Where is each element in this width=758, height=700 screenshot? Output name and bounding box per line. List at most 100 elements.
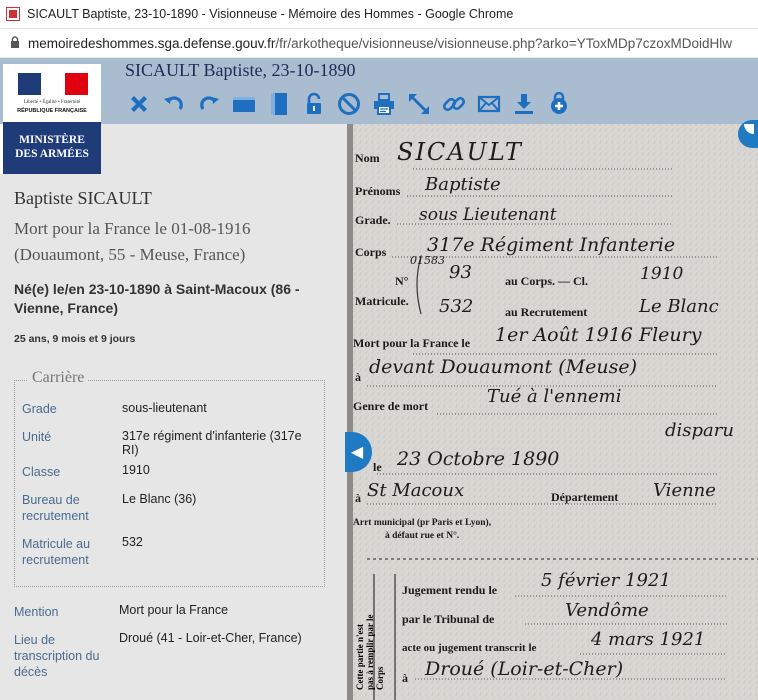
url-path: /fr/arkotheque/visionneuse/visionneuse.p… <box>275 35 732 51</box>
logo-motto: Liberté • Égalité • Fraternité <box>23 100 81 105</box>
field-label-mention: Mention <box>14 605 59 619</box>
fullscreen-icon <box>409 94 429 114</box>
logo-republic: RÉPUBLIQUE FRANÇAISE <box>17 108 87 114</box>
doc-label-corps: Corps <box>355 245 387 259</box>
no-entry-icon <box>338 93 360 115</box>
lock-button[interactable] <box>300 90 328 118</box>
doc-value-jugement: 5 février 1921 <box>541 570 671 591</box>
mail-icon <box>477 95 501 113</box>
doc-label-a2: à <box>355 491 361 505</box>
field-label-transcription: Lieu de transcription du décès <box>14 633 100 679</box>
field-value-grade: sous-lieutenant <box>122 401 207 415</box>
print-button[interactable] <box>370 90 398 118</box>
doc-value-transcrit: Droué (Loir-et-Cher) <box>425 658 624 680</box>
mail-button[interactable] <box>475 90 503 118</box>
carriere-legend: Carrière <box>28 369 89 387</box>
secure-lock-icon[interactable] <box>10 35 20 51</box>
arrow-left-icon: ◀ <box>350 444 364 461</box>
age-at-death: 25 ans, 9 mois et 9 jours <box>14 333 136 345</box>
doc-label-matricule: Matricule. <box>355 294 409 308</box>
doc-label-jugement: Jugement rendu le <box>402 583 498 597</box>
field-label-bureau: Bureau de recrutement <box>22 493 89 523</box>
doc-value-corps: 317e Régiment Infanterie <box>427 234 676 256</box>
doc-value-tribunal: Vendôme <box>565 600 649 621</box>
fit-width-icon <box>233 97 255 112</box>
close-button[interactable] <box>125 90 153 118</box>
lock-icon <box>307 92 321 114</box>
fit-height-icon <box>271 93 287 115</box>
logo-ministry-line2: DES ARMÉES <box>15 148 89 160</box>
death-info: Mort pour la France le 01-08-1916 (Douau… <box>14 219 251 264</box>
doc-value-lieu: devant Douaumont (Meuse) <box>369 356 637 378</box>
field-value-matricule: 532 <box>122 535 143 549</box>
doc-label-no: N° <box>395 274 409 288</box>
doc-vertical-note: Cette partie n'est pas à remplir par le … <box>355 610 385 690</box>
logo-ministry: MINISTÈRE DES ARMÉES <box>3 122 101 174</box>
link-button[interactable] <box>440 90 468 118</box>
doc-label-nom: Nom <box>355 151 380 165</box>
doc-label-a3: à <box>402 671 408 685</box>
field-label-classe: Classe <box>22 465 61 479</box>
fit-width-button[interactable] <box>230 90 258 118</box>
doc-value-ne-lieu: St Macoux <box>367 480 465 501</box>
url-host: memoiredeshommes.sga.defense.gouv.fr <box>28 35 276 51</box>
doc-label-prenoms: Prénoms <box>355 184 401 198</box>
rotate-right-button[interactable] <box>195 90 223 118</box>
next-panel-button[interactable] <box>738 120 758 148</box>
doc-value-au-corps: 93 <box>449 262 472 283</box>
doc-label-recrutement: au Recrutement <box>505 305 588 319</box>
doc-value-nom: SICAULT <box>397 138 523 166</box>
doc-value-recrutement: 532 <box>439 296 474 317</box>
doc-value-grade: sous Lieutenant <box>419 205 557 225</box>
doc-value-ne: 23 Octobre 1890 <box>397 448 560 470</box>
doc-label-mort: Mort pour la France le <box>353 336 471 350</box>
document-title: SICAULT Baptiste, 23-10-1890 <box>125 60 356 80</box>
download-icon <box>515 94 533 114</box>
url-text[interactable]: memoiredeshommes.sga.defense.gouv.fr/fr/… <box>28 36 732 51</box>
doc-value-prenoms: Baptiste <box>425 174 501 195</box>
site-favicon-icon <box>6 7 20 21</box>
doc-value-classe: 1910 <box>640 264 684 284</box>
window-title: SICAULT Baptiste, 23-10-1890 - Visionneu… <box>27 7 514 21</box>
doc-label-genre: Genre de mort <box>353 399 429 413</box>
field-label-grade: Grade <box>22 402 57 416</box>
fit-height-button[interactable] <box>265 90 293 118</box>
no-entry-button[interactable] <box>335 90 363 118</box>
doc-value-no-small: 01583 <box>410 254 445 267</box>
doc-label-acte: acte ou jugement transcrit le <box>402 642 537 654</box>
document-scan[interactable]: Nom SICAULT Prénoms Baptiste Grade. sous… <box>347 124 758 700</box>
doc-value-mort: 1er Août 1916 Fleury <box>495 324 702 346</box>
address-bar[interactable]: memoiredeshommes.sga.defense.gouv.fr/fr/… <box>0 29 758 58</box>
doc-value-acte: 4 mars 1921 <box>591 629 706 650</box>
french-flag-marianne-icon <box>18 73 88 95</box>
doc-value-dept: Vienne <box>653 480 716 501</box>
field-label-unite: Unité <box>22 430 52 444</box>
field-value-bureau: Le Blanc (36) <box>122 492 197 506</box>
birth-info: Né(e) le/en 23-10-1890 à Saint-Macoux (8… <box>14 281 300 316</box>
ministere-logo[interactable]: Liberté • Égalité • Fraternité RÉPUBLIQU… <box>3 64 101 174</box>
fullscreen-button[interactable] <box>405 90 433 118</box>
cart-icon <box>551 92 567 114</box>
doc-label-au-corps: au Corps. — Cl. <box>505 274 589 288</box>
download-button[interactable] <box>510 90 538 118</box>
field-value-mention: Mort pour la France <box>119 603 229 617</box>
left-panel-top-fill <box>101 124 347 174</box>
print-icon <box>374 93 394 115</box>
close-icon <box>131 96 147 112</box>
doc-label-grade: Grade. <box>355 213 391 227</box>
doc-label-ne: le <box>373 460 382 474</box>
rotate-right-icon <box>200 96 219 110</box>
rotate-left-icon <box>164 96 183 110</box>
doc-value-genre: Tué à l'ennemi <box>487 386 622 407</box>
logo-ministry-line1: MINISTÈRE <box>19 134 85 146</box>
cart-button[interactable] <box>545 90 573 118</box>
doc-value-genre2: disparu <box>665 420 734 441</box>
viewer-toolbar <box>125 90 573 118</box>
window-title-bar: SICAULT Baptiste, 23-10-1890 - Visionneu… <box>0 0 758 29</box>
doc-vertical-note-text: Cette partie n'est pas à remplir par le … <box>355 614 385 690</box>
doc-label-arr1: Arrt municipal (pr Paris et Lyon), <box>353 518 492 528</box>
field-label-matricule: Matricule au recrutement <box>22 537 91 567</box>
rotate-left-button[interactable] <box>160 90 188 118</box>
doc-value-bureau: Le Blanc <box>639 296 719 317</box>
doc-label-a: à <box>355 370 361 384</box>
